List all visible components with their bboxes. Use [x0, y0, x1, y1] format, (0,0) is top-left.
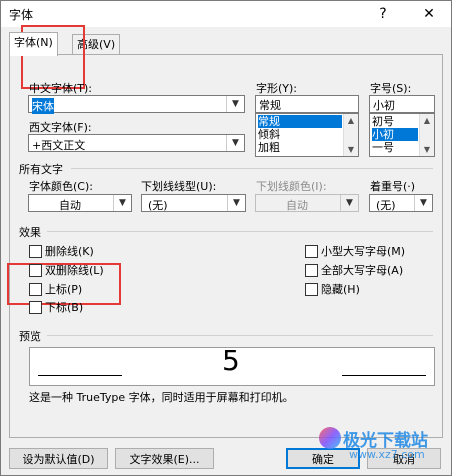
preview-box: 5 [29, 344, 435, 386]
western-font-combo[interactable]: +西文正文 ▼ [28, 134, 245, 152]
scroll-down-icon[interactable]: ▼ [344, 143, 358, 156]
font-color-value: 自动 [59, 199, 81, 212]
chinese-font-value: 宋体 [32, 98, 54, 114]
underline-style-value: (无) [148, 199, 168, 212]
double-strikethrough-label[interactable]: 双删除线(L) [45, 262, 104, 278]
watermark-logo-icon [319, 427, 341, 449]
western-font-value: +西文正文 [32, 139, 86, 152]
effects-heading: 效果 [19, 226, 41, 239]
preview-glyph: 5 [222, 344, 240, 377]
western-font-label: 西文字体(F): [29, 121, 92, 134]
superscript-label[interactable]: 上标(P) [45, 281, 82, 297]
all-text-heading: 所有文字 [19, 163, 63, 176]
underline-color-value: 自动 [286, 199, 308, 212]
strikethrough-label[interactable]: 删除线(K) [45, 243, 94, 259]
all-caps-label[interactable]: 全部大写字母(A) [321, 262, 403, 278]
strikethrough-checkbox[interactable] [29, 245, 42, 258]
small-caps-label[interactable]: 小型大写字母(M) [321, 243, 405, 259]
superscript-checkbox[interactable] [29, 283, 42, 296]
underline-color-combo[interactable]: 自动 ▼ [255, 194, 359, 212]
emphasis-mark-label: 着重号(·) [370, 180, 416, 193]
font-color-label: 字体颜色(C): [29, 180, 93, 193]
font-size-list[interactable]: 初号 小初 一号 ▲ ▼ [369, 113, 435, 157]
tab-font[interactable]: 字体(N) [9, 32, 58, 56]
divider [47, 335, 433, 336]
subscript-label[interactable]: 下标(B) [45, 299, 83, 315]
list-item[interactable]: 加粗 [258, 141, 280, 154]
font-dialog: 字体 ? ✕ 字体(N) 高级(V) 中文字体(T): 宋体 ▼ 西文字体(F)… [0, 0, 452, 476]
list-item[interactable]: 常规 [258, 115, 342, 128]
double-strikethrough-checkbox[interactable] [29, 264, 42, 277]
all-caps-checkbox[interactable] [305, 264, 318, 277]
scroll-up-icon[interactable]: ▲ [420, 114, 434, 127]
close-button[interactable]: ✕ [415, 3, 443, 25]
preview-note: 这是一种 TrueType 字体，同时适用于屏幕和打印机。 [29, 391, 294, 404]
list-item[interactable]: 初号 [372, 115, 394, 128]
chevron-down-icon: ▼ [226, 135, 244, 151]
scrollbar[interactable]: ▲ ▼ [419, 114, 434, 156]
preview-line-left [38, 375, 122, 376]
divider [71, 168, 433, 169]
chevron-down-icon: ▼ [414, 195, 432, 211]
subscript-checkbox[interactable] [29, 301, 42, 314]
list-item[interactable]: 小初 [372, 128, 418, 141]
chevron-down-icon: ▼ [113, 195, 131, 211]
small-caps-checkbox[interactable] [305, 245, 318, 258]
text-effects-button[interactable]: 文字效果(E)... [115, 448, 214, 469]
list-item[interactable]: 倾斜 [258, 128, 280, 141]
divider [47, 231, 433, 232]
hidden-checkbox[interactable] [305, 283, 318, 296]
chinese-font-combo[interactable]: 宋体 ▼ [28, 95, 245, 114]
font-size-input[interactable]: 小初 [369, 95, 435, 113]
emphasis-mark-combo[interactable]: (无) ▼ [369, 194, 433, 212]
hidden-label[interactable]: 隐藏(H) [321, 281, 360, 297]
emphasis-mark-value: (无) [376, 199, 396, 212]
preview-heading: 预览 [19, 330, 41, 343]
chinese-font-label: 中文字体(T): [29, 82, 93, 95]
dialog-title: 字体 [9, 8, 34, 22]
chevron-down-icon: ▼ [227, 195, 245, 211]
watermark-url: www.xz7.com [349, 448, 425, 461]
font-size-label: 字号(S): [370, 82, 412, 95]
scroll-up-icon[interactable]: ▲ [344, 114, 358, 127]
font-color-combo[interactable]: 自动 ▼ [28, 194, 132, 212]
set-default-button[interactable]: 设为默认值(D) [9, 448, 108, 469]
chevron-down-icon: ▼ [226, 96, 244, 112]
chevron-down-icon: ▼ [340, 195, 358, 211]
underline-style-label: 下划线线型(U): [141, 180, 217, 193]
scroll-down-icon[interactable]: ▼ [420, 143, 434, 156]
title-bar: 字体 ? ✕ [1, 1, 451, 27]
font-size-input-value: 小初 [373, 99, 395, 112]
preview-line-right [342, 375, 426, 376]
help-button[interactable]: ? [369, 3, 397, 25]
scrollbar[interactable]: ▲ ▼ [343, 114, 358, 156]
underline-style-combo[interactable]: (无) ▼ [141, 194, 246, 212]
font-style-input[interactable]: 常规 [255, 95, 359, 113]
font-style-label: 字形(Y): [256, 82, 298, 95]
font-style-list[interactable]: 常规 倾斜 加粗 ▲ ▼ [255, 113, 359, 157]
font-style-input-value: 常规 [259, 99, 281, 112]
list-item[interactable]: 一号 [372, 141, 394, 154]
underline-color-label: 下划线颜色(I): [256, 180, 327, 193]
